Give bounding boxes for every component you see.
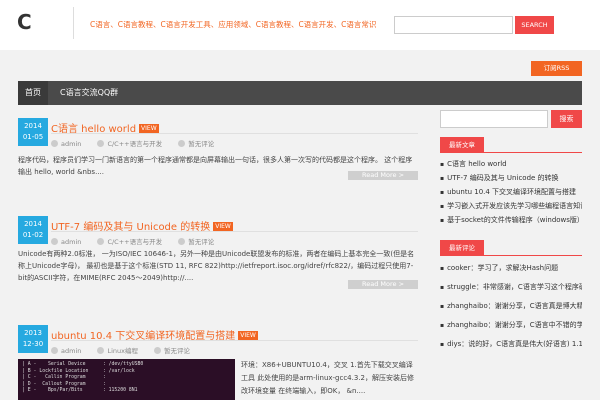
post-date-month-day: 12-30 xyxy=(22,340,44,348)
post-meta: admin C/C++语言与开发 暂无评论 xyxy=(51,236,228,246)
comment-icon xyxy=(154,347,162,354)
recent-post-link[interactable]: 基于socket的文件传输程序（windows版） xyxy=(440,213,582,227)
comment-author[interactable]: zhanghaibo xyxy=(447,302,488,310)
recent-comments-list: cooker：学习了，求解决Hash问题 struggle：非常感谢，C语言学习… xyxy=(440,259,582,354)
post-meta: admin C/C++语言与开发 暂无评论 xyxy=(51,138,228,148)
post-category[interactable]: C/C++语言与开发 xyxy=(107,238,162,246)
post-thumbnail[interactable]: | A - Serial Device : /dev/ttyUSB0 | B - … xyxy=(18,359,235,400)
comment-text[interactable]: ：说的好，C语言真是伟大(好语言) 1.1 C 语言经典问题 xyxy=(461,340,582,348)
post-author[interactable]: admin xyxy=(61,238,81,246)
comment-item[interactable]: zhanghaibo：谢谢分享，C语言中不错的学习资料 xyxy=(440,316,582,335)
widget-title: 最新文章 xyxy=(440,137,484,153)
post-date-year: 2014 xyxy=(24,122,42,130)
header-search-input[interactable] xyxy=(394,16,513,34)
nav-item-qq-group[interactable]: C语言交流QQ群 xyxy=(60,81,118,105)
comment-item[interactable]: zhanghaibo：谢谢分享，C语言真是博大精深呀 xyxy=(440,297,582,316)
user-icon xyxy=(51,238,58,245)
rss-button[interactable]: 订阅RSS xyxy=(531,61,582,76)
post-comments[interactable]: 暂无评论 xyxy=(188,238,214,246)
post-author[interactable]: admin xyxy=(61,347,81,355)
post-date: 2013 12-30 xyxy=(18,325,48,353)
post-comments[interactable]: 暂无评论 xyxy=(164,347,190,355)
read-more-button[interactable]: Read More > xyxy=(348,280,418,289)
comment-item[interactable]: struggle：非常感谢，C语言学习这个程序确实非常有用 xyxy=(440,278,582,297)
folder-icon xyxy=(97,140,105,147)
meta-divider xyxy=(51,340,418,341)
post-meta: admin Linux编程 暂无评论 xyxy=(51,345,204,355)
comment-text[interactable]: ：学习了，求解决Hash问题 xyxy=(470,264,558,272)
widget-title: 最新评论 xyxy=(440,240,484,256)
post-date: 2014 01-05 xyxy=(18,118,48,146)
folder-icon xyxy=(97,347,105,354)
recent-post-link[interactable]: ubuntu 10.4 下交叉编译环境配置与搭建 xyxy=(440,185,582,199)
meta-divider xyxy=(51,231,418,232)
post-date-year: 2014 xyxy=(24,220,42,228)
comment-author[interactable]: zhanghaibo xyxy=(447,321,488,329)
header-search-button[interactable]: SEARCH xyxy=(515,16,554,34)
thumb-line: | E - Bps/Par/Bits : 115200 8N1 xyxy=(22,388,138,393)
view-tag: VIEW xyxy=(213,222,233,231)
header-divider xyxy=(73,7,74,39)
comment-item[interactable]: diys：说的好，C语言真是伟大(好语言) 1.1 C 语言经典问题 xyxy=(440,335,582,354)
nav-item-home[interactable]: 首页 xyxy=(18,81,48,105)
sidebar-search-button[interactable]: 搜索 xyxy=(551,110,582,128)
post-date-month-day: 01-02 xyxy=(22,231,44,239)
user-icon xyxy=(51,347,58,354)
view-tag: VIEW xyxy=(139,124,159,133)
recent-post-link[interactable]: UTF-7 编码及其与 Unicode 的转换 xyxy=(440,171,582,185)
read-more-button[interactable]: Read More > xyxy=(348,171,418,180)
post-excerpt: Unicode有两种2.0标准， 一为ISO/IEC 10646-1，另外一种是… xyxy=(18,250,415,282)
user-icon xyxy=(51,140,58,147)
comment-text[interactable]: ：非常感谢，C语言学习这个程序确实非常有用 xyxy=(476,283,582,291)
sidebar-search-input[interactable] xyxy=(440,110,548,128)
folder-icon xyxy=(97,238,105,245)
comment-author[interactable]: cooker xyxy=(447,264,470,272)
site-logo[interactable]: C xyxy=(17,10,32,34)
site-header: C C语言、C语言教程、C语言开发工具、应用领域、C语言教程、C语言开发、C语言… xyxy=(0,0,600,50)
comment-text[interactable]: ：谢谢分享，C语言真是博大精深呀 xyxy=(488,302,582,310)
recent-posts-list: C语言 hello world UTF-7 编码及其与 Unicode 的转换 … xyxy=(440,157,582,227)
comment-author[interactable]: diys xyxy=(447,340,461,348)
main-nav: 首页 C语言交流QQ群 xyxy=(18,81,582,105)
meta-divider xyxy=(51,133,418,134)
recent-post-link[interactable]: C语言 hello world xyxy=(440,157,582,171)
post-date: 2014 01-02 xyxy=(18,216,48,244)
recent-comments-heading: 最新评论 xyxy=(440,240,582,256)
post-category[interactable]: Linux编程 xyxy=(107,347,138,355)
post-date-year: 2013 xyxy=(24,329,42,337)
site-tagline: C语言、C语言教程、C语言开发工具、应用领域、C语言教程、C语言开发、C语言常识 xyxy=(90,20,377,29)
post-date-month-day: 01-05 xyxy=(22,133,44,141)
view-tag: VIEW xyxy=(238,331,258,340)
comment-author[interactable]: struggle xyxy=(447,283,476,291)
recent-posts-heading: 最新文章 xyxy=(440,137,582,153)
comment-text[interactable]: ：谢谢分享，C语言中不错的学习资料 xyxy=(488,321,582,329)
recent-post-link[interactable]: 学习嵌入式开发应该先学习哪些编程语言知识？ xyxy=(440,199,582,213)
post-author[interactable]: admin xyxy=(61,140,81,148)
comment-icon xyxy=(178,140,186,147)
comment-item[interactable]: cooker：学习了，求解决Hash问题 xyxy=(440,259,582,278)
post-excerpt: 环境：X86+UBUNTU10.4，交叉 1.首先下载交叉编译工具 此处使用的是… xyxy=(241,361,414,395)
post-comments[interactable]: 暂无评论 xyxy=(188,140,214,148)
post-category[interactable]: C/C++语言与开发 xyxy=(107,140,162,148)
comment-icon xyxy=(178,238,186,245)
